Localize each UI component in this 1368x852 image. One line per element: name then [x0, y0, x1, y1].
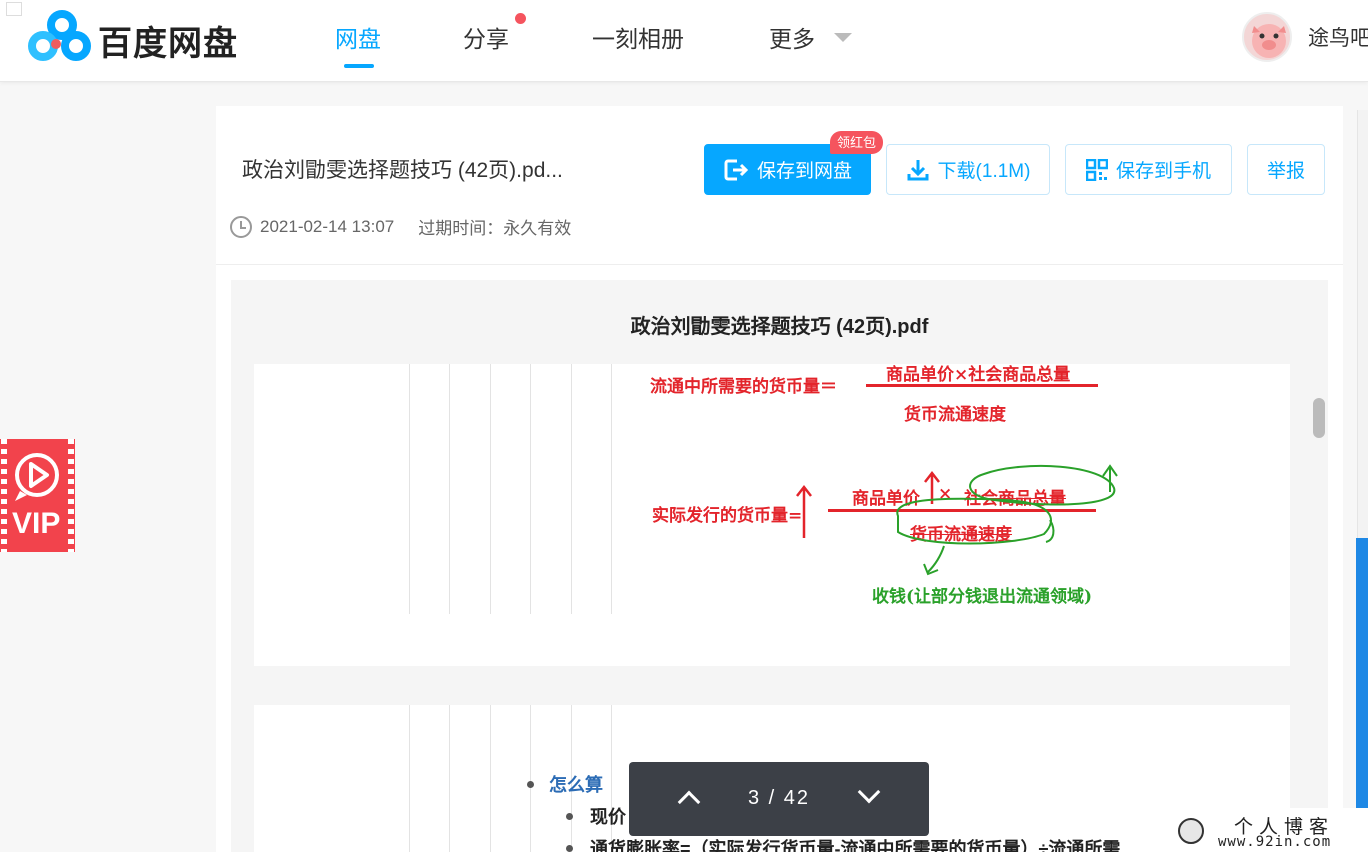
side-blue-panel[interactable] — [1356, 538, 1368, 852]
pig-avatar-icon — [1252, 24, 1286, 58]
save-to-phone-label: 保存到手机 — [1115, 161, 1211, 182]
page-navigator: 3 / 42 — [629, 762, 929, 836]
preview-title: 政治刘勖雯选择题技巧 (42页).pdf — [630, 316, 929, 338]
page-grid-line — [490, 364, 491, 614]
page-grid-line — [530, 364, 531, 614]
expire-info: 过期时间：永久有效 — [418, 219, 572, 238]
preview-scrollbar[interactable] — [1313, 398, 1325, 438]
download-label: 下载(1.1M) — [937, 161, 1031, 182]
download-icon — [907, 159, 929, 180]
page-grid-line — [611, 364, 612, 614]
cartoon-face-icon — [1178, 818, 1204, 844]
page-grid-line — [449, 705, 450, 852]
page-grid-line — [409, 364, 410, 614]
film-strip-left — [1, 439, 7, 552]
redpack-badge[interactable]: 领红包 — [830, 131, 884, 154]
page-grid-line — [490, 705, 491, 852]
page-grid-line — [449, 364, 450, 614]
username[interactable]: 途鸟吧 — [1308, 22, 1368, 52]
export-icon — [724, 159, 749, 180]
bullet — [566, 813, 573, 820]
baidu-netdisk-logo-icon[interactable] — [28, 10, 92, 62]
share-notification-dot — [515, 13, 526, 24]
nav-album[interactable]: 一刻相册 — [592, 20, 684, 54]
card-divider — [216, 264, 1343, 265]
fraction-line — [866, 384, 1098, 387]
bullet — [566, 845, 573, 852]
film-strip-right — [68, 439, 74, 552]
formula1-left: 流通中所需要的货币量＝ — [650, 377, 837, 397]
download-button[interactable]: 下载(1.1M) — [886, 144, 1050, 195]
bullet — [527, 781, 534, 788]
clock-icon — [230, 215, 252, 238]
page-grid-line — [571, 364, 572, 614]
brand-name[interactable]: 百度网盘 — [98, 16, 238, 65]
save-to-phone-button[interactable]: 保存到手机 — [1065, 144, 1232, 195]
green-annotation-marks — [896, 464, 1118, 576]
watermark: 个人博客 www.92in.com — [1172, 808, 1368, 852]
watermark-url: www.92in.com — [1218, 834, 1332, 850]
share-date: 2021-02-14 13:07 — [260, 216, 395, 236]
pdf-page: 流通中所需要的货币量＝ 商品单价×社会商品总量 货币流通速度 实际发行的货币量=… — [254, 364, 1290, 666]
page-counter: 3 / 42 — [629, 787, 929, 810]
nav-active-indicator — [344, 64, 374, 68]
avatar[interactable] — [1242, 12, 1292, 62]
page-grid-line — [530, 705, 531, 852]
formula2-left: 实际发行的货币量= — [652, 506, 803, 526]
section-heading: 怎么算 — [549, 775, 603, 795]
file-meta: 2021-02-14 13:07 过期时间：永久有效 — [230, 214, 571, 239]
list-item: 现价 — [590, 807, 626, 827]
page-separator: / — [768, 787, 777, 809]
save-to-cloud-label: 保存到网盘 — [756, 161, 852, 182]
window-corner-box — [6, 2, 22, 16]
page-grid-line — [409, 705, 410, 852]
list-item: 通货膨胀率=（实际发行货币量-流通中所需要的货币量）÷流通所需 — [590, 839, 1121, 852]
nav-share[interactable]: 分享 — [463, 20, 509, 54]
formula1-denominator: 货币流通速度 — [904, 405, 1006, 425]
current-page: 3 — [747, 787, 762, 809]
play-video-icon — [15, 453, 59, 501]
nav-more[interactable]: 更多 — [769, 20, 815, 54]
report-label: 举报 — [1266, 161, 1305, 182]
nav-netdisk[interactable]: 网盘 — [335, 20, 381, 54]
page-scrollbar-track[interactable] — [1357, 110, 1368, 540]
formula1-numerator: 商品单价×社会商品总量 — [886, 365, 1071, 385]
qr-code-icon — [1085, 158, 1108, 181]
share-card: 政治刘勖雯选择题技巧 (42页).pd... 2021-02-14 13:07 … — [216, 106, 1343, 852]
file-title: 政治刘勖雯选择题技巧 (42页).pd... — [242, 159, 563, 182]
total-pages: 42 — [783, 787, 811, 809]
vip-badge[interactable]: VIP — [0, 439, 75, 552]
chevron-down-icon[interactable] — [834, 33, 852, 42]
report-button[interactable]: 举报 — [1247, 144, 1325, 195]
top-header: 百度网盘 网盘 分享 一刻相册 更多 途鸟吧 — [0, 0, 1368, 82]
up-arrow-icon — [796, 484, 812, 538]
vip-label: VIP — [12, 507, 61, 540]
green-note: 收钱(让部分钱退出流通领域) — [872, 587, 1093, 607]
page-grid-line — [611, 705, 612, 852]
